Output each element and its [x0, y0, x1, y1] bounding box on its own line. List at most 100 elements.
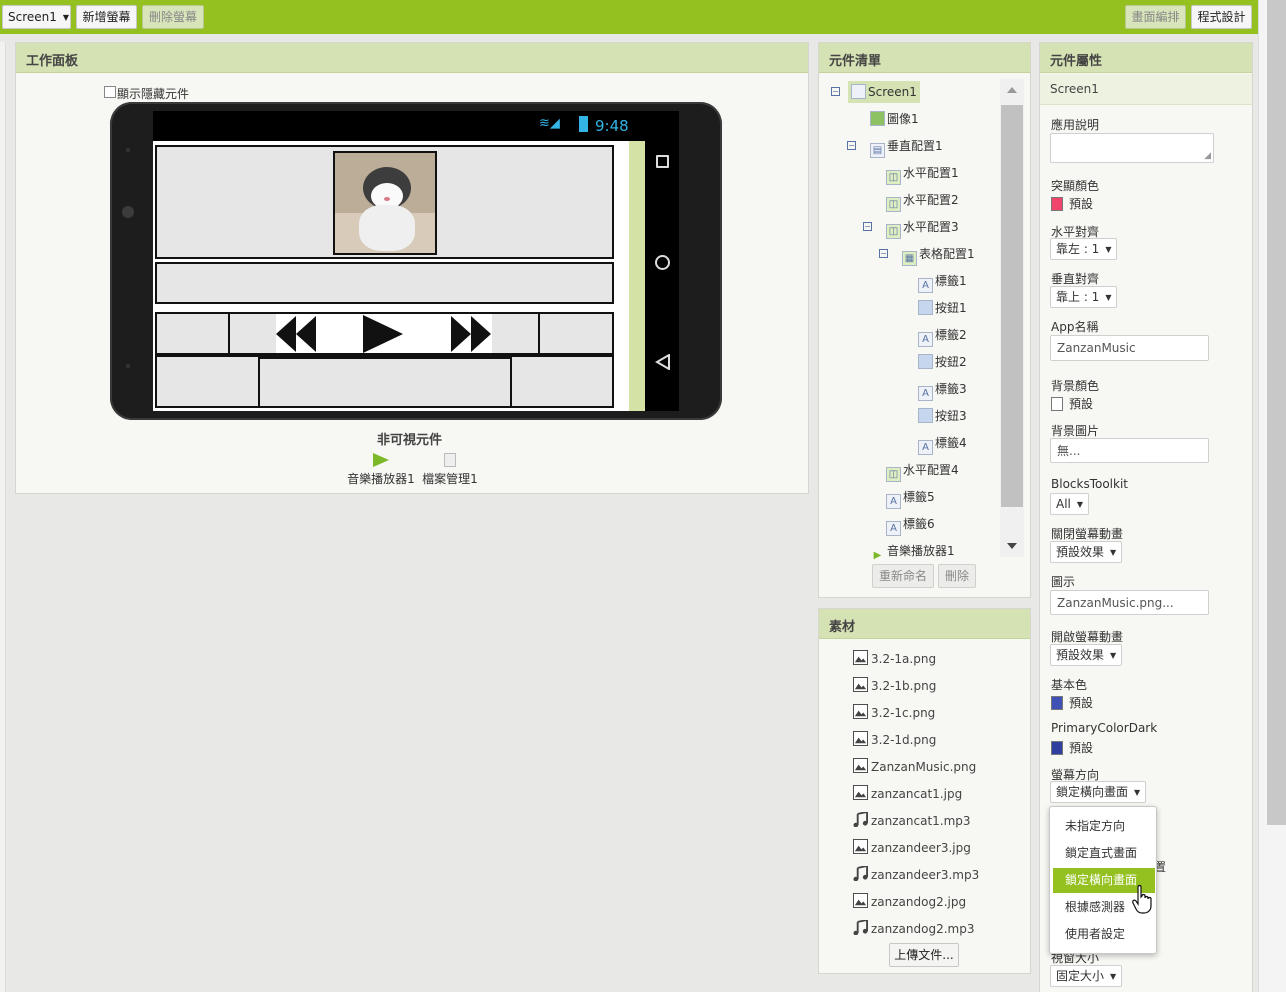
show-hidden-checkbox[interactable]: [104, 86, 116, 98]
asset-item[interactable]: 3.2-1b.png: [853, 675, 936, 697]
asset-item[interactable]: zanzandeer3.mp3: [853, 864, 979, 886]
close-animation-select[interactable]: 預設效果 ▼: [1050, 541, 1123, 563]
nonvisible-player[interactable]: 音樂播放器1: [347, 453, 415, 487]
asset-item[interactable]: ZanzanMusic.png: [853, 756, 976, 778]
nonvisible-title: 非可視元件: [377, 433, 443, 448]
page-scrollbar[interactable]: [1258, 0, 1286, 992]
align-horizontal-select[interactable]: 靠左 : 1 ▼: [1050, 238, 1118, 260]
tree-item-player1[interactable]: ▶ 音樂播放器1: [870, 540, 955, 562]
asset-label: 3.2-1b.png: [871, 679, 937, 693]
asset-label: zanzandog2.mp3: [871, 922, 975, 936]
tree-item-label2[interactable]: A 標籤2: [918, 324, 967, 347]
bg-color-picker[interactable]: 預設: [1051, 395, 1093, 412]
asset-item[interactable]: zanzandog2.mp3: [853, 918, 974, 940]
delete-button[interactable]: 刪除: [938, 564, 976, 588]
tree-item-screen1[interactable]: Screen1: [848, 81, 920, 103]
screen-selector-dropdown[interactable]: Screen1 ▼: [2, 5, 71, 29]
menu-item-portrait[interactable]: 鎖定直式畫面: [1053, 841, 1155, 866]
upload-file-button[interactable]: 上傳文件...: [889, 943, 959, 967]
image-icon: [870, 111, 885, 126]
asset-item[interactable]: 3.2-1d.png: [853, 729, 936, 751]
horizontal-arrangement-1[interactable]: [155, 262, 614, 304]
app-name-input[interactable]: ZanzanMusic: [1050, 335, 1209, 361]
bg-image-picker[interactable]: 無...: [1050, 438, 1209, 463]
primary-color-picker[interactable]: 預設: [1051, 694, 1093, 711]
asset-item[interactable]: 3.2-1a.png: [853, 648, 936, 670]
icon-picker[interactable]: ZanzanMusic.png...: [1050, 590, 1209, 615]
tree-item-label1[interactable]: A 標籤1: [918, 270, 967, 293]
tree-item-label6[interactable]: A 標籤6: [886, 513, 935, 536]
tree-item-label5[interactable]: A 標籤5: [886, 486, 935, 509]
tree-item-vertical-arrangement-1[interactable]: ▤ 垂直配置1: [870, 135, 943, 158]
primary-dark-picker[interactable]: 預設: [1051, 739, 1093, 756]
tree-item-table-arrangement-1[interactable]: ▦ 表格配置1: [902, 243, 975, 266]
tree-item-horizontal-arrangement-3[interactable]: ◫ 水平配置3: [886, 216, 959, 239]
horizontal-arrangement-4[interactable]: [155, 355, 614, 408]
open-animation-select[interactable]: 預設效果 ▼: [1050, 644, 1123, 666]
asset-item[interactable]: zanzandog2.jpg: [853, 891, 966, 913]
rewind-icon[interactable]: [276, 316, 318, 352]
tree-item-horizontal-arrangement-4[interactable]: ◫ 水平配置4: [886, 459, 959, 482]
back-icon: [655, 354, 670, 370]
play-icon[interactable]: [363, 315, 405, 353]
player-icon: [373, 453, 389, 467]
menu-item-unspecified[interactable]: 未指定方向: [1053, 814, 1155, 839]
image-file-icon: [853, 731, 868, 746]
asset-label: ZanzanMusic.png: [871, 760, 977, 774]
menu-item-user[interactable]: 使用者設定: [1053, 922, 1155, 947]
primary-dark-swatch: [1051, 741, 1063, 755]
blocks-button[interactable]: 程式設計: [1191, 5, 1252, 29]
show-hidden-text: 顯示隱藏元件: [117, 87, 190, 101]
horizontal-arrangement-icon: ◫: [886, 467, 901, 482]
remove-screen-button[interactable]: 刪除螢幕: [142, 5, 204, 29]
music-file-icon: [853, 920, 868, 935]
collapse-screen1-icon[interactable]: −: [831, 87, 840, 96]
page-scrollbar-thumb[interactable]: [1267, 0, 1286, 825]
collapse-vertical-arrangement-icon[interactable]: −: [847, 141, 856, 150]
resize-handle-icon[interactable]: ◢: [1204, 151, 1211, 161]
tree-scrollbar[interactable]: [1000, 79, 1024, 557]
sizing-select[interactable]: 固定大小 ▼: [1050, 965, 1123, 987]
cat-image[interactable]: [333, 151, 437, 255]
vertical-arrangement-1[interactable]: [155, 145, 614, 259]
vertical-arrangement-icon: ▤: [870, 143, 885, 158]
asset-item[interactable]: zanzancat1.jpg: [853, 783, 962, 805]
show-hidden-checkbox-label[interactable]: 顯示隱藏元件: [104, 85, 189, 102]
tree-item-horizontal-arrangement-2[interactable]: ◫ 水平配置2: [886, 189, 959, 212]
chevron-down-icon: ▼: [1110, 650, 1117, 660]
tree-item-horizontal-arrangement-1[interactable]: ◫ 水平配置1: [886, 162, 959, 185]
about-screen-textarea[interactable]: ◢: [1050, 133, 1214, 163]
blocks-toolkit-select[interactable]: All ▼: [1050, 493, 1090, 515]
chevron-down-icon: ▼: [1110, 547, 1117, 557]
tree-item-label4[interactable]: A 標籤4: [918, 432, 967, 455]
nonvisible-file[interactable]: 檔案管理1: [420, 453, 480, 487]
music-file-icon: [853, 866, 868, 881]
tree-scrollbar-thumb[interactable]: [1001, 105, 1023, 507]
asset-item[interactable]: zanzancat1.mp3: [853, 810, 971, 832]
tree-item-button1[interactable]: 按鈕1: [918, 297, 967, 319]
horizontal-arrangement-3[interactable]: [155, 312, 614, 355]
accent-color-picker[interactable]: 預設: [1051, 195, 1093, 212]
blocks-toolkit-value: All: [1056, 497, 1071, 511]
orientation-select[interactable]: 鎖定橫向畫面 ▼: [1050, 781, 1147, 803]
scroll-down-icon[interactable]: [1007, 543, 1017, 549]
collapse-horizontal-arrangement-3-icon[interactable]: −: [863, 222, 872, 231]
tree-item-button2[interactable]: 按鈕2: [918, 351, 967, 373]
rename-button[interactable]: 重新命名: [872, 564, 934, 588]
label-icon: A: [918, 440, 933, 455]
table-arrangement-1[interactable]: [276, 314, 492, 353]
selected-component-name: Screen1: [1040, 74, 1252, 105]
tree-item-label3[interactable]: A 標籤3: [918, 378, 967, 401]
designer-button[interactable]: 畫面編排: [1125, 5, 1186, 29]
label-5-box[interactable]: [258, 357, 512, 406]
asset-item[interactable]: 3.2-1c.png: [853, 702, 935, 724]
scroll-up-icon[interactable]: [1007, 87, 1017, 93]
align-vertical-select[interactable]: 靠上 : 1 ▼: [1050, 286, 1118, 308]
asset-item[interactable]: zanzandeer3.jpg: [853, 837, 971, 859]
tree-item-button3[interactable]: 按鈕3: [918, 405, 967, 427]
add-screen-button[interactable]: 新增螢幕: [76, 5, 137, 29]
fast-forward-icon[interactable]: [451, 316, 493, 352]
tree-item-image1[interactable]: 圖像1: [870, 108, 919, 130]
primary-dark-value: 預設: [1069, 741, 1094, 755]
collapse-table-arrangement-icon[interactable]: −: [879, 249, 888, 258]
